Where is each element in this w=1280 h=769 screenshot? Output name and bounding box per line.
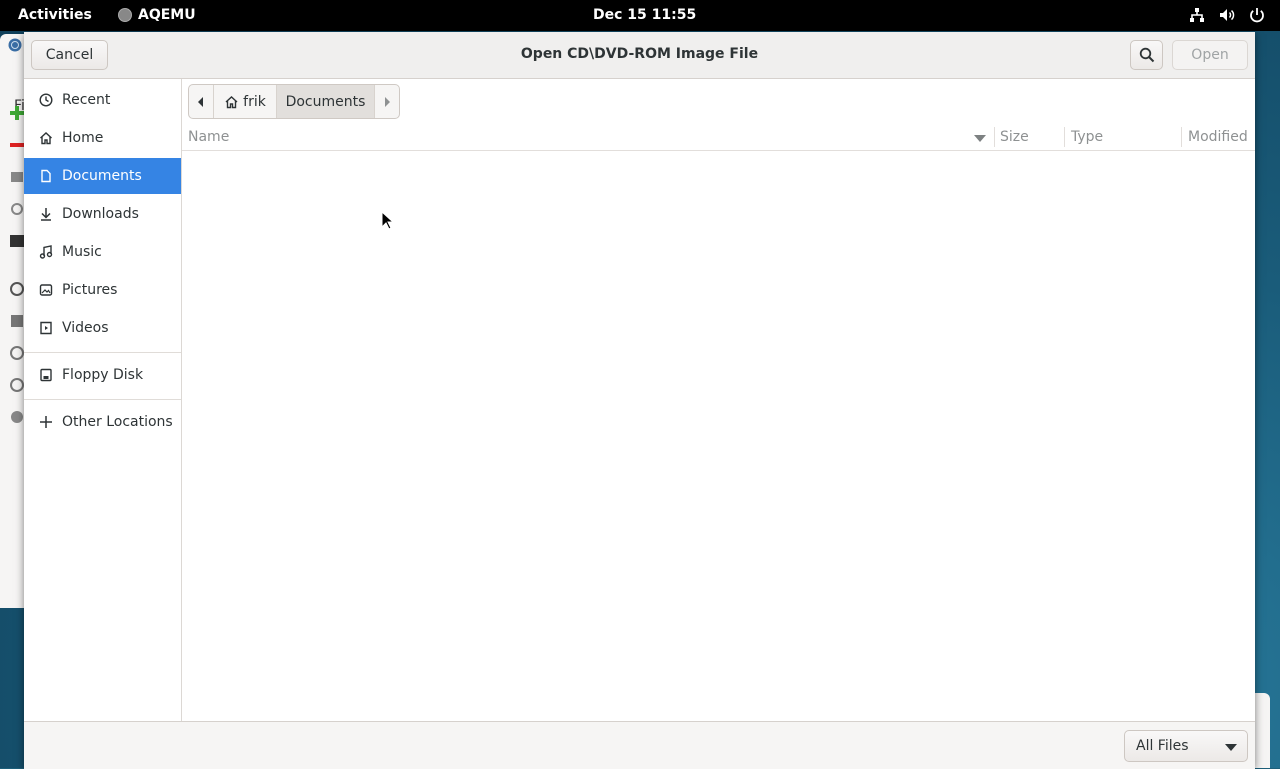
path-back-button[interactable] bbox=[189, 85, 214, 118]
sidebar-item-label: Floppy Disk bbox=[62, 367, 144, 383]
app-menu-label: AQEMU bbox=[138, 7, 196, 23]
sidebar-item-label: Music bbox=[62, 244, 102, 260]
sidebar-item-pictures[interactable]: Pictures bbox=[24, 272, 181, 308]
sidebar-item-videos[interactable]: Videos bbox=[24, 310, 181, 346]
stop-icon bbox=[10, 378, 24, 392]
power-icon bbox=[1250, 8, 1264, 23]
pause-icon bbox=[10, 346, 24, 360]
sidebar-item-label: Documents bbox=[62, 168, 142, 184]
sidebar-item-label: Other Locations bbox=[62, 414, 173, 430]
path-bar: frik Documents bbox=[188, 84, 400, 119]
places-sidebar: Recent Home Documents Downloads Music Pi… bbox=[24, 79, 182, 721]
volume-icon bbox=[1220, 9, 1235, 21]
path-segment-documents[interactable]: Documents bbox=[277, 85, 375, 118]
sidebar-item-floppy-disk[interactable]: Floppy Disk bbox=[24, 357, 181, 393]
column-separator bbox=[994, 127, 995, 147]
file-list-header: Name Size Type Modified bbox=[182, 124, 1255, 151]
save-icon bbox=[11, 315, 23, 327]
chevron-left-icon bbox=[198, 96, 203, 107]
column-header-size[interactable]: Size bbox=[1000, 129, 1029, 145]
sidebar-item-downloads[interactable]: Downloads bbox=[24, 196, 181, 232]
clock-icon bbox=[38, 92, 54, 108]
sidebar-item-label: Recent bbox=[62, 92, 111, 108]
sidebar-separator bbox=[24, 352, 181, 353]
network-icon bbox=[1190, 8, 1204, 22]
home-icon bbox=[38, 130, 54, 146]
pictures-icon bbox=[38, 282, 54, 298]
path-segment-home[interactable]: frik bbox=[214, 85, 277, 118]
column-separator bbox=[1064, 127, 1065, 147]
sidebar-item-label: Pictures bbox=[62, 282, 118, 298]
dialog-headerbar: Cancel Open CD\DVD-ROM Image File Open bbox=[24, 32, 1255, 79]
play-icon bbox=[10, 282, 24, 296]
open-button[interactable]: Open bbox=[1172, 40, 1248, 70]
sidebar-item-home[interactable]: Home bbox=[24, 120, 181, 156]
column-separator bbox=[1181, 127, 1182, 147]
background-app-window[interactable]: Fi bbox=[0, 34, 26, 608]
sidebar-item-label: Home bbox=[62, 130, 104, 146]
sidebar-item-label: Videos bbox=[62, 320, 109, 336]
sidebar-item-recent[interactable]: Recent bbox=[24, 82, 181, 118]
chevron-right-icon bbox=[385, 96, 390, 107]
home-icon bbox=[225, 95, 238, 108]
clock[interactable]: Dec 15 11:55 bbox=[593, 7, 696, 23]
sort-descending-icon bbox=[974, 135, 986, 142]
path-forward-button[interactable] bbox=[375, 85, 399, 118]
search-icon bbox=[1139, 47, 1154, 63]
terminal-icon bbox=[10, 235, 24, 247]
video-icon bbox=[38, 320, 54, 336]
sidebar-item-label: Downloads bbox=[62, 206, 139, 222]
remove-icon bbox=[10, 143, 24, 147]
dialog-title: Open CD\DVD-ROM Image File bbox=[520, 46, 759, 62]
top-bar: Activities AQEMU Dec 15 11:55 bbox=[0, 0, 1280, 31]
column-header-name[interactable]: Name bbox=[188, 129, 229, 145]
floppy-icon bbox=[38, 367, 54, 383]
options-icon bbox=[11, 411, 23, 423]
sidebar-item-other-locations[interactable]: Other Locations bbox=[24, 404, 181, 440]
storage-icon bbox=[11, 172, 23, 182]
app-logo-icon bbox=[8, 38, 22, 52]
add-icon bbox=[10, 106, 24, 120]
download-icon bbox=[38, 206, 54, 222]
plus-icon bbox=[38, 414, 54, 430]
file-filter-value: All Files bbox=[1136, 738, 1189, 754]
file-chooser-dialog: Cancel Open CD\DVD-ROM Image File Open R… bbox=[24, 32, 1255, 769]
activities-button[interactable]: Activities bbox=[18, 7, 92, 23]
column-header-type[interactable]: Type bbox=[1071, 129, 1103, 145]
file-filter-dropdown[interactable]: All Files bbox=[1124, 730, 1248, 762]
file-list[interactable] bbox=[182, 151, 1255, 721]
mouse-pointer-icon bbox=[381, 211, 393, 230]
dialog-bottom-bar: All Files bbox=[24, 721, 1255, 769]
app-menu[interactable]: AQEMU bbox=[118, 7, 196, 23]
column-header-modified[interactable]: Modified bbox=[1188, 129, 1248, 145]
chevron-down-icon bbox=[1225, 744, 1237, 751]
system-tray[interactable] bbox=[1188, 6, 1266, 24]
settings-icon bbox=[11, 203, 23, 215]
music-icon bbox=[38, 244, 54, 260]
path-segment-label: frik bbox=[243, 93, 266, 110]
sidebar-separator bbox=[24, 399, 181, 400]
search-button[interactable] bbox=[1130, 40, 1163, 70]
sidebar-item-documents[interactable]: Documents bbox=[24, 158, 181, 194]
sidebar-item-music[interactable]: Music bbox=[24, 234, 181, 270]
document-icon bbox=[38, 168, 54, 184]
aqemu-app-icon bbox=[118, 8, 132, 22]
